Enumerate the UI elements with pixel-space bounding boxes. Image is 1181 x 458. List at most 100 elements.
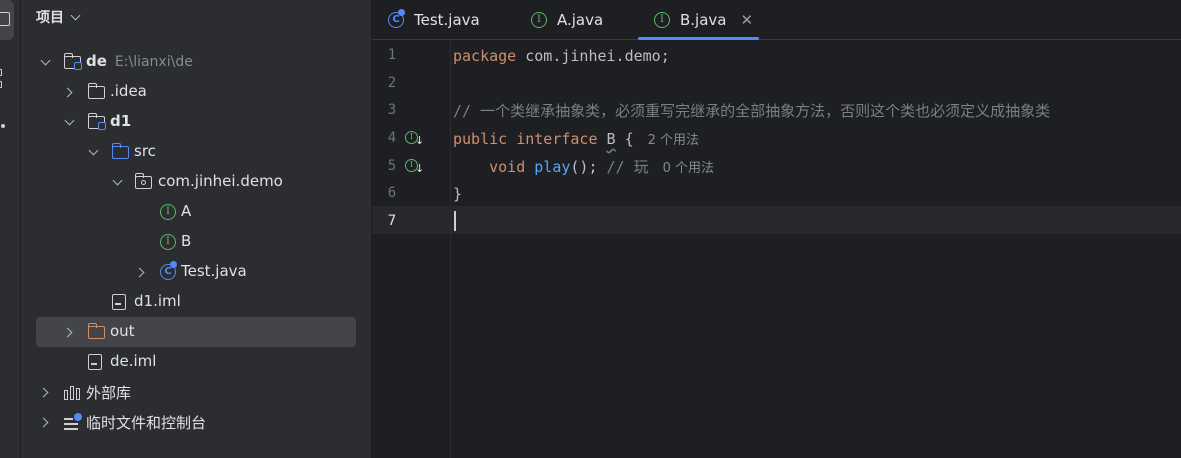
folder-icon [0,12,10,26]
chevron-right-icon[interactable] [63,325,77,339]
tree-item-d1-iml[interactable]: d1.iml [21,287,372,317]
tree-item-package[interactable]: com.jinhei.demo [21,167,372,197]
code-line-3: // 一个类继承抽象类，必须重写完继承的全部抽象方法，否则这个类也必须定义成抽象… [453,97,1050,125]
code-function: play [534,158,571,176]
tree-item-d1[interactable]: d1 [21,107,372,137]
code-keyword: interface [516,130,598,148]
java-class-icon: C [388,9,406,29]
folder-icon [87,83,106,100]
code-text: com.jinhei.demo; [516,47,670,65]
file-icon [111,294,129,310]
tree-item-external-libraries[interactable]: 外部库 [21,377,372,407]
editor-gutter[interactable]: 1 2 3 4 5 6 7 I ↓ I ↓ [372,41,452,458]
tree-item-label: B [181,232,192,250]
close-icon[interactable]: ✕ [741,11,754,29]
tab-label: A.java [557,11,604,29]
tab-a-java[interactable]: I A.java [531,0,603,40]
code-comment: // 一个类继承抽象类，必须重写完继承的全部抽象方法，否则这个类也必须定义成抽象… [453,102,1051,120]
code-text: { [615,130,634,148]
chevron-down-icon [70,10,81,20]
java-class-icon: C [160,261,178,280]
tree-item-label: com.jinhei.demo [158,172,283,190]
activity-bar [0,0,21,458]
line-number: 2 [387,75,397,91]
editor-tabs: C Test.java I A.java I B.java ✕ [372,0,1181,40]
line-number: 5 [387,158,397,174]
tree-item-de[interactable]: de E:\lianxi\de [21,47,372,77]
current-line-highlight [372,206,1181,234]
tree-item-label: Test.java [181,262,247,280]
code-line-6: } [453,180,462,208]
tab-label: B.java [680,11,727,29]
code-text: } [453,185,463,203]
chevron-down-icon[interactable] [39,55,53,69]
project-panel: 项目 de E:\lianxi\de .idea d1 src com.jinh… [21,0,372,458]
implemented-by-marker[interactable]: I ↓ [405,131,425,147]
tab-test-java[interactable]: C Test.java [388,0,480,40]
tree-item-test-java[interactable]: C Test.java [21,257,372,287]
chevron-right-icon[interactable] [39,385,53,399]
tree-item-label: de [86,52,107,70]
tree-item-a[interactable]: I A [21,197,372,227]
code-comment: // 玩 [606,158,649,176]
text-caret [454,211,456,231]
file-icon [87,354,105,370]
tree-item-label: .idea [110,82,147,100]
tree-item-label: 外部库 [86,384,132,402]
gutter-divider [450,41,451,458]
code-line-5: void play(); // 玩 0 个用法 [453,153,714,181]
module-folder-icon [63,53,82,70]
tree-item-label: src [134,142,156,160]
line-number: 3 [387,102,397,118]
tree-item-label: d1 [110,112,132,130]
console-icon [64,413,82,430]
code-line-4: public interface B {2 个用法 [453,125,699,153]
usage-hint[interactable]: 2 个用法 [648,133,699,148]
line-number: 1 [387,47,397,63]
interface-icon: I [654,11,672,29]
tree-item-path: E:\lianxi\de [114,54,193,70]
chevron-right-icon[interactable] [39,415,53,429]
tree-item-label: de.iml [110,352,157,370]
tree-item-out[interactable]: out [36,317,356,347]
package-icon [134,173,153,190]
tree-item-src[interactable]: src [21,137,372,167]
more-tools-icon[interactable] [1,124,5,128]
line-number: 6 [387,185,397,201]
project-tool-button[interactable] [0,0,14,40]
editor-area: C Test.java I A.java I B.java ✕ 1 2 3 4 … [372,0,1181,458]
usage-hint[interactable]: 0 个用法 [663,161,714,176]
chevron-down-icon[interactable] [63,115,77,129]
implemented-by-marker[interactable]: I ↓ [405,159,425,175]
interface-icon: I [531,11,549,29]
chevron-down-icon[interactable] [87,145,101,159]
line-number: 7 [387,213,397,229]
structure-icon[interactable] [0,69,7,91]
code-text: (); [570,158,598,176]
tab-label: Test.java [414,11,480,29]
tree-item-label: out [110,322,135,340]
tree-item-scratches-consoles[interactable]: 临时文件和控制台 [21,407,372,437]
tab-b-java[interactable]: I B.java ✕ [654,0,753,40]
excluded-folder-icon [87,323,106,340]
arrow-down-icon: ↓ [415,134,425,147]
code-keyword: void [489,158,526,176]
chevron-right-icon[interactable] [63,85,77,99]
code-keyword: package [453,47,517,65]
arrow-down-icon: ↓ [415,162,425,175]
tree-item-label: A [181,202,192,220]
project-panel-header[interactable]: 项目 [36,6,81,28]
module-folder-icon [87,113,106,130]
line-number: 4 [387,130,397,146]
ide-window: 项目 de E:\lianxi\de .idea d1 src com.jinh… [0,0,1181,458]
tree-item-de-iml[interactable]: de.iml [21,347,372,377]
interface-icon: I [160,234,178,250]
code-keyword: public [453,130,508,148]
chevron-down-icon[interactable] [111,175,125,189]
active-tab-indicator [638,37,759,40]
chevron-right-icon[interactable] [135,265,149,279]
project-panel-title: 项目 [36,10,64,26]
tree-item-idea[interactable]: .idea [21,77,372,107]
tree-item-b[interactable]: I B [21,227,372,257]
interface-icon: I [160,204,178,220]
